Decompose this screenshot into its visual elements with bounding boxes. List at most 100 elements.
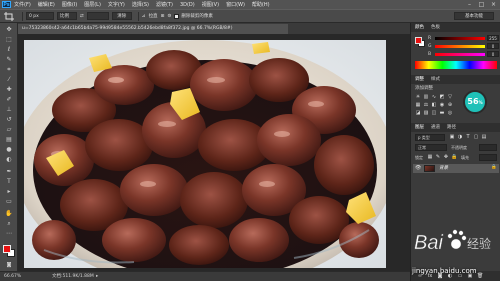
tab-swatches[interactable]: 色板 — [431, 24, 440, 31]
filter-pixel-icon[interactable]: ▣ — [449, 134, 455, 140]
brush-tool-icon[interactable]: ✐ — [3, 96, 15, 104]
quick-select-tool-icon[interactable]: ✎ — [3, 56, 15, 64]
marquee-tool-icon[interactable]: ⬚ — [3, 36, 15, 44]
zoom-level[interactable]: 66.67% — [4, 272, 21, 281]
blend-mode-select[interactable]: 正常 — [415, 144, 447, 151]
eraser-tool-icon[interactable]: ▱ — [3, 126, 15, 134]
filter-adjust-icon[interactable]: ◑ — [457, 134, 463, 140]
lock-pixels-icon[interactable]: ▦ — [427, 154, 433, 160]
stamp-tool-icon[interactable]: ⊥ — [3, 106, 15, 114]
clear-button[interactable]: 清除 — [111, 12, 132, 20]
healing-tool-icon[interactable]: ✚ — [3, 86, 15, 94]
opacity-field[interactable] — [479, 144, 497, 151]
gradient-tool-icon[interactable]: ▤ — [3, 136, 15, 144]
visibility-eye-icon[interactable]: 👁 — [415, 165, 421, 171]
delete-cropped-checkbox[interactable] — [174, 13, 180, 19]
gradient-map-icon[interactable]: ▬ — [439, 110, 445, 116]
menu-edit[interactable]: 编辑(E) — [38, 1, 55, 8]
maximize-button[interactable]: □ — [476, 0, 487, 9]
filter-type-icon[interactable]: T — [465, 134, 471, 140]
lock-brush-icon[interactable]: ✎ — [435, 154, 441, 160]
crop-tool-icon[interactable]: ⌗ — [3, 66, 15, 74]
blue-value[interactable]: 0 — [487, 51, 499, 57]
lock-all-icon[interactable]: 🔒 — [451, 154, 457, 160]
hue-saturation-icon[interactable]: ▦ — [415, 102, 421, 108]
channel-mixer-icon[interactable]: ⊕ — [447, 102, 453, 108]
type-tool-icon[interactable]: T — [3, 178, 15, 186]
invert-icon[interactable]: ◪ — [415, 110, 421, 116]
green-value[interactable]: 0 — [487, 43, 499, 49]
tab-styles[interactable]: 样式 — [431, 76, 440, 83]
straighten-icon[interactable]: ⊿ — [142, 14, 146, 19]
crop-tool-icon[interactable] — [3, 11, 17, 21]
filter-smart-icon[interactable]: ▤ — [481, 134, 487, 140]
photo-filter-icon[interactable]: ◉ — [439, 102, 445, 108]
ratio-width-field[interactable]: 0 px — [26, 12, 54, 20]
menu-layer[interactable]: 图层(L) — [84, 1, 101, 8]
tab-paths[interactable]: 路径 — [447, 124, 456, 131]
more-tools-icon[interactable]: ⋯ — [3, 230, 15, 238]
settings-gear-icon[interactable]: ⚙ — [167, 14, 171, 19]
foreground-color-swatch[interactable] — [3, 245, 11, 253]
minimize-button[interactable]: – — [464, 0, 475, 9]
status-arrow-icon[interactable]: ▸ — [96, 272, 98, 281]
shape-tool-icon[interactable]: ▭ — [3, 198, 15, 206]
red-value[interactable]: 255 — [487, 35, 499, 41]
document-tab[interactable]: u=75323860s42-a64c1b65b4a75-99d9584e5556… — [18, 24, 288, 34]
menu-window[interactable]: 窗口(W) — [226, 1, 245, 8]
color-spectrum-bar[interactable] — [415, 61, 497, 69]
tab-layers[interactable]: 图层 — [415, 124, 424, 131]
selective-color-icon[interactable]: ◎ — [447, 110, 453, 116]
swap-icon[interactable]: ⇄ — [80, 14, 84, 19]
layer-name[interactable]: 背景 — [439, 165, 448, 171]
close-button[interactable]: × — [488, 0, 499, 9]
zoom-tool-icon[interactable]: ⌕ — [3, 220, 15, 228]
red-slider[interactable] — [435, 37, 485, 40]
menu-file[interactable]: 文件(F) — [14, 1, 31, 8]
menu-help[interactable]: 帮助(H) — [252, 1, 270, 8]
panel-foreground-swatch[interactable] — [415, 37, 422, 44]
ratio-height-field[interactable] — [86, 12, 109, 20]
dodge-tool-icon[interactable]: ◐ — [3, 156, 15, 164]
blur-tool-icon[interactable]: ● — [3, 146, 15, 154]
fill-field[interactable] — [479, 154, 497, 161]
lock-move-icon[interactable]: ✥ — [443, 154, 449, 160]
move-tool-icon[interactable]: ✥ — [3, 26, 15, 34]
workspace-switcher[interactable]: 基本功能 — [454, 12, 494, 20]
vibrance-icon[interactable]: ▽ — [447, 94, 453, 100]
green-slider[interactable] — [435, 45, 485, 48]
pen-tool-icon[interactable]: ✒ — [3, 168, 15, 176]
tab-adjustments[interactable]: 调整 — [415, 76, 424, 83]
exposure-icon[interactable]: ◩ — [439, 94, 445, 100]
menu-3d[interactable]: 3D(D) — [180, 2, 195, 8]
hand-tool-icon[interactable]: ✋ — [3, 210, 15, 218]
menu-filter[interactable]: 滤镜(T) — [156, 1, 173, 8]
tab-channels[interactable]: 通道 — [431, 124, 440, 131]
document-photo[interactable] — [24, 40, 386, 268]
posterize-icon[interactable]: ▨ — [423, 110, 429, 116]
grid-overlay-icon[interactable]: ⊞ — [161, 14, 165, 19]
lasso-tool-icon[interactable]: ℓ — [3, 46, 15, 54]
threshold-icon[interactable]: ◫ — [431, 110, 437, 116]
levels-icon[interactable]: ▥ — [423, 94, 429, 100]
blue-slider[interactable] — [435, 53, 485, 56]
eyedropper-tool-icon[interactable]: ⁄ — [3, 76, 15, 84]
layer-kind-filter[interactable]: p 类型 — [415, 134, 445, 141]
filter-shape-icon[interactable]: ▢ — [473, 134, 479, 140]
color-balance-icon[interactable]: ⚖ — [423, 102, 429, 108]
menu-type[interactable]: 文字(Y) — [108, 1, 125, 8]
ratio-mode-select[interactable]: 比例 — [57, 12, 77, 20]
layer-row-background[interactable]: 👁 背景 🔒 — [413, 164, 499, 173]
document-info[interactable]: 文档:511.9K/1.88M — [52, 272, 94, 281]
menu-image[interactable]: 图像(I) — [62, 1, 77, 8]
history-brush-tool-icon[interactable]: ↺ — [3, 116, 15, 124]
quick-mask-icon[interactable]: ◙ — [3, 261, 15, 269]
curves-icon[interactable]: ∿ — [431, 94, 437, 100]
brightness-icon[interactable]: ☀ — [415, 94, 421, 100]
path-select-tool-icon[interactable]: ▸ — [3, 188, 15, 196]
black-white-icon[interactable]: ◧ — [431, 102, 437, 108]
menu-view[interactable]: 视图(V) — [202, 1, 219, 8]
menu-select[interactable]: 选择(S) — [132, 1, 149, 8]
straighten-label[interactable]: 拉直 — [149, 13, 158, 19]
tab-color[interactable]: 颜色 — [415, 24, 424, 31]
